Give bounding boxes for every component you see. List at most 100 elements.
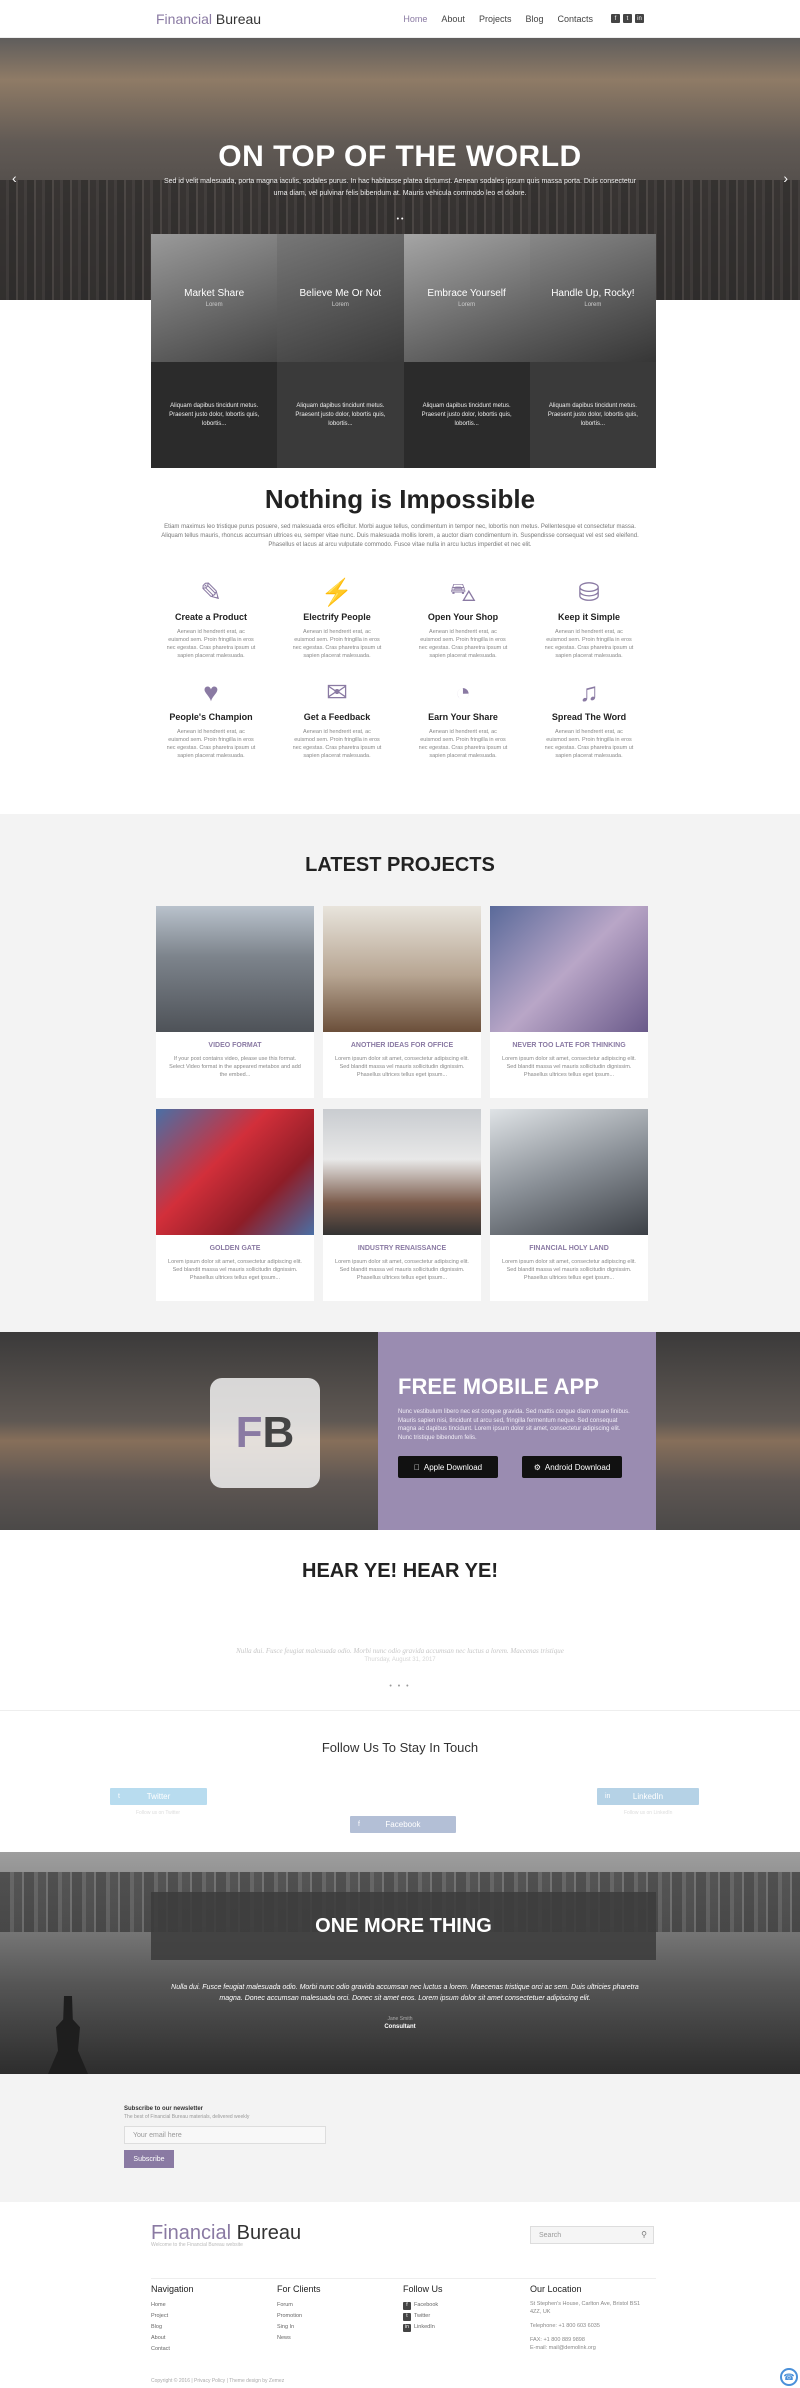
apple-download-button[interactable]: Apple Download bbox=[398, 1456, 498, 1478]
feature-item: ⛁ Keep it Simple Aenean id hendrerit era… bbox=[526, 576, 652, 660]
one-more-thing-section: ONE MORE THING Nulla dui. Fusce feugiat … bbox=[0, 1852, 800, 2074]
footer-clients-column: For Clients Forum Promotion Sing In News bbox=[277, 2284, 397, 2344]
hero-text: Sed id velit malesuada, porta magna iacu… bbox=[164, 178, 636, 197]
project-title[interactable]: GOLDEN GATE bbox=[156, 1245, 314, 1252]
facebook-icon[interactable]: f bbox=[611, 14, 620, 23]
footer-tagline: Welcome to the Financial Bureau website bbox=[151, 2242, 243, 2248]
tile-title: Embrace Yourself bbox=[427, 288, 506, 299]
nav-blog[interactable]: Blog bbox=[525, 14, 543, 24]
twitter-button[interactable]: t Twitter bbox=[110, 1788, 207, 1805]
tile-image: Handle Up, Rocky! Lorem bbox=[529, 234, 656, 362]
testimonial-date: Thursday, August 31, 2017 bbox=[364, 1657, 436, 1663]
project-title[interactable]: NEVER TOO LATE FOR THINKING bbox=[490, 1042, 648, 1049]
project-image[interactable] bbox=[323, 906, 481, 1032]
feature-text: Aenean id hendrerit erat, ac euismod sem… bbox=[544, 729, 634, 759]
linkedin-icon[interactable]: in bbox=[635, 14, 644, 23]
footer-link-signin[interactable]: Sing In bbox=[277, 2322, 397, 2333]
project-text: Lorem ipsum dolor sit amet, consectetur … bbox=[168, 1259, 302, 1281]
project-card[interactable]: FINANCIAL HOLY LAND Lorem ipsum dolor si… bbox=[490, 1109, 648, 1301]
app-logo-f: F bbox=[235, 1408, 263, 1457]
feature-title[interactable]: Electrify People bbox=[274, 612, 400, 622]
projects-title: LATEST PROJECTS bbox=[305, 854, 495, 876]
project-card[interactable]: NEVER TOO LATE FOR THINKING Lorem ipsum … bbox=[490, 906, 648, 1098]
feature-item: ♫ Spread The Word Aenean id hendrerit er… bbox=[526, 676, 652, 760]
project-image[interactable] bbox=[490, 906, 648, 1032]
footer-link-forum[interactable]: Forum bbox=[277, 2300, 397, 2311]
tile-title: Believe Me Or Not bbox=[299, 288, 382, 299]
feature-title[interactable]: Create a Product bbox=[148, 612, 274, 622]
testimonial-dots[interactable]: • • • bbox=[0, 1683, 800, 1690]
footer-nav-column: Navigation Home Project Blog About Conta… bbox=[151, 2284, 271, 2355]
tile-text: Aliquam dapibus tincidunt metus. Praesen… bbox=[403, 362, 530, 468]
tile-text: Aliquam dapibus tincidunt metus. Praesen… bbox=[277, 362, 404, 468]
facebook-button[interactable]: f Facebook bbox=[350, 1816, 456, 1833]
testimonials-section: HEAR YE! HEAR YE! Nulla dui. Fusce feugi… bbox=[0, 1560, 800, 1690]
project-title[interactable]: FINANCIAL HOLY LAND bbox=[490, 1245, 648, 1252]
feature-title[interactable]: Earn Your Share bbox=[400, 712, 526, 722]
project-image[interactable] bbox=[156, 1109, 314, 1235]
twitter-icon[interactable]: t bbox=[623, 14, 632, 23]
slider-dots[interactable]: • • bbox=[0, 216, 800, 223]
footer-link-home[interactable]: Home bbox=[151, 2300, 271, 2311]
feature-title[interactable]: People's Champion bbox=[148, 712, 274, 722]
footer-search-input[interactable]: Search ⚲ bbox=[530, 2226, 654, 2244]
linkedin-button[interactable]: in LinkedIn bbox=[597, 1788, 699, 1805]
footer-link-project[interactable]: Project bbox=[151, 2311, 271, 2322]
footer-link-news[interactable]: News bbox=[277, 2333, 397, 2344]
project-card[interactable]: GOLDEN GATE Lorem ipsum dolor sit amet, … bbox=[156, 1109, 314, 1301]
project-title[interactable]: VIDEO FORMAT bbox=[156, 1042, 314, 1049]
tile-sub: Lorem bbox=[331, 302, 349, 308]
footer-email[interactable]: E-mail: mail@demolink.org bbox=[530, 2344, 650, 2352]
linkedin-icon: in bbox=[403, 2323, 411, 2332]
tile-sub: Lorem bbox=[458, 302, 476, 308]
project-image[interactable] bbox=[156, 906, 314, 1032]
search-icon[interactable]: ⚲ bbox=[641, 2230, 647, 2239]
feature-title[interactable]: Open Your Shop bbox=[400, 612, 526, 622]
footer-facebook-link[interactable]: f Facebook bbox=[403, 2300, 523, 2311]
project-image[interactable] bbox=[323, 1109, 481, 1235]
footer-link-blog[interactable]: Blog bbox=[151, 2322, 271, 2333]
tile-2[interactable]: Believe Me Or Not Lorem Aliquam dapibus … bbox=[277, 234, 404, 468]
footer-link-contact[interactable]: Contact bbox=[151, 2344, 271, 2355]
project-title[interactable]: ANOTHER IDEAS FOR OFFICE bbox=[323, 1042, 481, 1049]
footer-link-about[interactable]: About bbox=[151, 2333, 271, 2344]
project-text: Lorem ipsum dolor sit amet, consectetur … bbox=[502, 1259, 636, 1281]
footer-twitter-link[interactable]: t Twitter bbox=[403, 2311, 523, 2322]
tile-1[interactable]: Market Share Lorem Aliquam dapibus tinci… bbox=[151, 234, 278, 468]
project-card[interactable]: ANOTHER IDEAS FOR OFFICE Lorem ipsum dol… bbox=[323, 906, 481, 1098]
statue-silhouette bbox=[48, 1996, 88, 2074]
app-panel: FREE MOBILE APP Nunc vestibulum libero n… bbox=[378, 1332, 656, 1530]
feature-title[interactable]: Get a Feedback bbox=[274, 712, 400, 722]
tile-4[interactable]: Handle Up, Rocky! Lorem Aliquam dapibus … bbox=[529, 234, 656, 468]
pencil-icon: ✎ bbox=[200, 577, 222, 607]
project-card[interactable]: VIDEO FORMAT If your post contains video… bbox=[156, 906, 314, 1098]
tile-3[interactable]: Embrace Yourself Lorem Aliquam dapibus t… bbox=[403, 234, 530, 468]
feature-text: Aenean id hendrerit erat, ac euismod sem… bbox=[418, 629, 508, 659]
apple-icon:  bbox=[414, 1463, 420, 1472]
newsletter-email-input[interactable]: Your email here bbox=[124, 2126, 326, 2144]
nav-about[interactable]: About bbox=[441, 14, 465, 24]
site-logo[interactable]: Financial Bureau bbox=[156, 11, 261, 27]
android-download-button[interactable]: ⚙ Android Download bbox=[522, 1456, 622, 1478]
footer-linkedin-link[interactable]: in LinkedIn bbox=[403, 2322, 523, 2333]
app-logo-b: B bbox=[262, 1408, 295, 1457]
project-image[interactable] bbox=[490, 1109, 648, 1235]
testimonials-title: HEAR YE! HEAR YE! bbox=[302, 1560, 498, 1582]
logo-word-bureau: Bureau bbox=[215, 10, 262, 27]
feature-title[interactable]: Keep it Simple bbox=[526, 612, 652, 622]
linkedin-label: LinkedIn bbox=[632, 1792, 664, 1801]
project-card[interactable]: INDUSTRY RENAISSANCE Lorem ipsum dolor s… bbox=[323, 1109, 481, 1301]
nav-home[interactable]: Home bbox=[403, 14, 427, 24]
subscribe-button[interactable]: Subscribe bbox=[124, 2150, 174, 2168]
android-icon: ⚙ bbox=[533, 1462, 541, 1472]
features-title: Nothing is Impossible bbox=[264, 484, 536, 514]
chat-widget-icon[interactable]: ☎ bbox=[780, 2368, 798, 2386]
nav-projects[interactable]: Projects bbox=[479, 14, 512, 24]
feature-title[interactable]: Spread The Word bbox=[526, 712, 652, 722]
project-title[interactable]: INDUSTRY RENAISSANCE bbox=[323, 1245, 481, 1252]
tile-title: Market Share bbox=[184, 288, 245, 299]
nav-contacts[interactable]: Contacts bbox=[557, 14, 593, 24]
project-text: Lorem ipsum dolor sit amet, consectetur … bbox=[335, 1056, 469, 1078]
tile-text: Aliquam dapibus tincidunt metus. Praesen… bbox=[151, 362, 278, 468]
footer-link-promotion[interactable]: Promotion bbox=[277, 2311, 397, 2322]
